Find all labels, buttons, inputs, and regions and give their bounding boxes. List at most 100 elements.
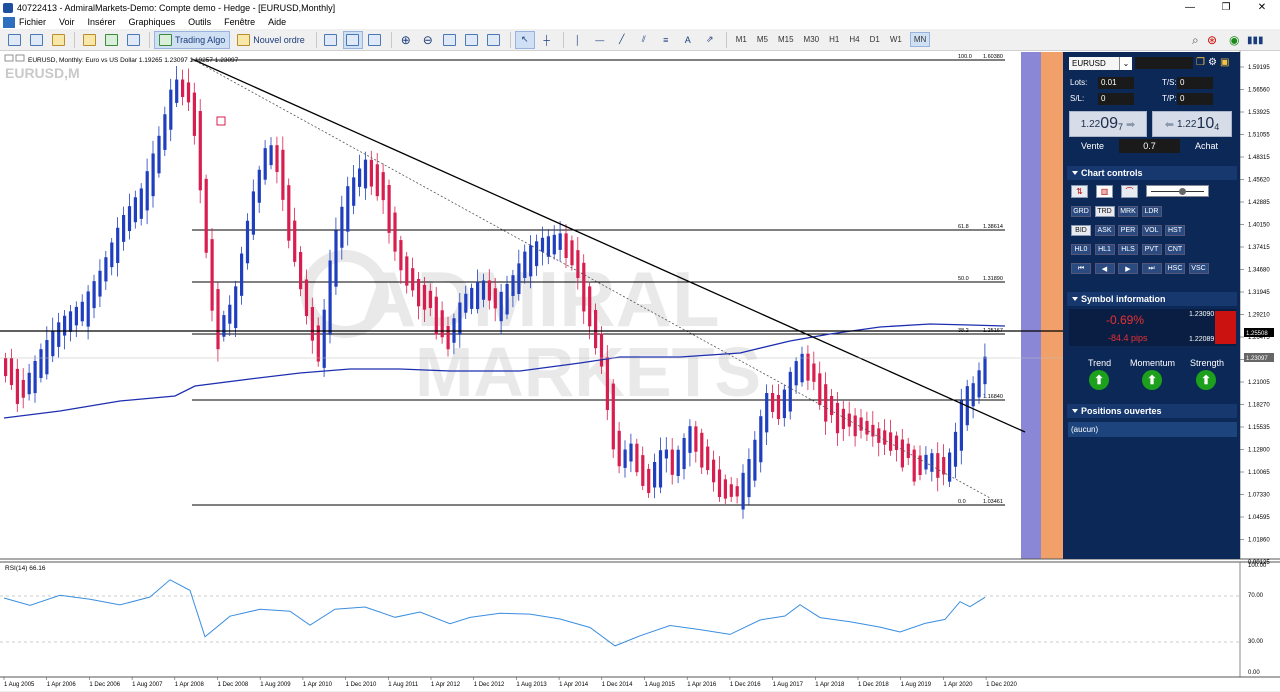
tf-m30[interactable]: M30 [804,35,820,44]
chart-control-ask[interactable]: ASK [1094,225,1115,236]
tf-mn[interactable]: MN [909,32,931,47]
chart-control-trd[interactable]: TRD [1094,206,1115,217]
menu-voir[interactable]: Voir [59,17,75,27]
symbol-info-header[interactable]: Symbol information [1067,292,1237,306]
chart-control-per[interactable]: PER [1118,225,1138,236]
candle-body [375,164,379,197]
chart-control-nav-3[interactable]: ⏭ [1141,263,1162,274]
market-watch-button[interactable] [48,31,68,49]
trendline-tool[interactable]: ╱ [612,31,632,49]
chart-control-hsc[interactable]: HSC [1165,263,1185,274]
search-icon[interactable]: ⌕ [1192,33,1199,48]
candle-body [765,393,769,433]
chart-control-vsc[interactable]: VSC [1188,263,1209,274]
line-chart-button[interactable] [365,31,385,49]
candlestick-button[interactable] [342,30,363,49]
tf-w1[interactable]: W1 [890,35,902,44]
candle-body [741,472,745,510]
auto-scroll-button[interactable] [462,31,482,49]
chart-control-hl0[interactable]: HL0 [1071,244,1091,255]
zoom-slider-knob[interactable] [1178,188,1186,195]
crosshair-tool[interactable]: ┼ [537,31,557,49]
chart-controls-header[interactable]: Chart controls [1067,166,1237,180]
tf-h1[interactable]: H1 [829,35,839,44]
rsi-tick: 70.00 [1248,593,1264,599]
fibo-tool[interactable]: ≡ [656,31,676,49]
candle-body [145,171,149,211]
arrows-tool[interactable]: ⇗ [700,31,720,49]
chart-control-nav-1[interactable]: ◀ [1094,263,1115,274]
new-chart-button[interactable] [4,31,24,49]
signal-icon[interactable]: ◉ [1229,33,1239,47]
candle-body [4,358,8,377]
tf-d1[interactable]: D1 [870,35,880,44]
zoom-out-button[interactable]: ⊖ [418,31,438,49]
vertical-line-tool[interactable]: │ [568,31,588,49]
menu-outils[interactable]: Outils [188,17,211,27]
candle-body [535,241,539,267]
buy-button[interactable]: ⬅ 1.22 10 4 [1152,111,1232,137]
zoom-slider[interactable] [1146,185,1209,197]
bars-type-icon[interactable]: ▥ [1096,185,1113,198]
sell-button[interactable]: 1.22 09 7 ➡ [1069,111,1147,137]
chart-control-cnt[interactable]: CNT [1165,244,1185,255]
copy-icon[interactable]: ❐ [1196,57,1205,68]
symbol-extra-field[interactable] [1135,57,1193,69]
chart-control-hl1[interactable]: HL1 [1094,244,1115,255]
chevron-down-icon[interactable]: ⌄ [1119,57,1132,70]
tf-m15[interactable]: M15 [778,35,794,44]
gear-icon[interactable]: ⚙ [1208,57,1217,68]
tf-m1[interactable]: M1 [736,35,747,44]
minimize-button[interactable]: — [1172,0,1208,15]
tile-windows-button[interactable] [440,31,460,49]
window-icon[interactable]: ▣ [1220,57,1229,68]
chart-control-bid[interactable]: BID [1071,225,1091,236]
channel-tool[interactable]: ⫽ [634,31,654,49]
tf-h4[interactable]: H4 [849,35,859,44]
line-type-icon[interactable]: ⌒ [1121,185,1138,198]
strategy-tester-button[interactable] [123,31,143,49]
candlestick-icon [346,33,360,46]
menu-fichier[interactable]: Fichier [19,17,46,27]
chart-control-hst[interactable]: HST [1165,225,1185,236]
ts-input[interactable]: 0 [1177,77,1213,89]
new-order-button[interactable]: Nouvel ordre [232,31,310,49]
candle-body [505,284,509,315]
chart-shift-button[interactable] [484,31,504,49]
chart-control-grd[interactable]: GRD [1071,206,1091,217]
candle-body [694,426,698,452]
maximize-button[interactable]: ❐ [1208,0,1244,15]
chart-control-hls[interactable]: HLS [1118,244,1138,255]
tp-input[interactable]: 0 [1177,93,1213,105]
trading-algo-button[interactable]: Trading Algo [154,30,231,49]
chart-control-nav-0[interactable]: ⏮ [1071,263,1091,274]
chart-control-vol[interactable]: VOL [1141,225,1162,236]
terminal-button[interactable] [101,31,121,49]
zoom-in-button[interactable]: ⊕ [396,31,416,49]
close-button[interactable]: ✕ [1244,0,1280,15]
bar-chart-button[interactable] [321,31,341,49]
candle-body [511,275,515,296]
text-tool[interactable]: A [678,31,698,49]
alert-icon[interactable]: ⊛ [1207,33,1217,47]
menu-aide[interactable]: Aide [268,17,286,27]
candles-type-icon[interactable]: ⇅ [1071,185,1088,198]
profiles-button[interactable] [26,31,46,49]
candle-body [269,145,273,166]
candle-body [517,263,521,294]
cursor-tool[interactable]: ↖ [514,30,535,49]
menu-inserer[interactable]: Insérer [88,17,116,27]
chart-control-nav-2[interactable]: ▶ [1118,263,1138,274]
chart-control-pvt[interactable]: PVT [1141,244,1162,255]
navigator-button[interactable] [79,31,99,49]
horizontal-line-tool[interactable]: — [590,31,610,49]
tf-m5[interactable]: M5 [757,35,768,44]
chart-control-ldr[interactable]: LDR [1141,206,1162,217]
sl-input[interactable]: 0 [1098,93,1134,105]
lots-input[interactable]: 0.01 [1098,77,1134,89]
chart-control-mrk[interactable]: MRK [1118,206,1138,217]
candle-body [133,197,137,223]
menu-fenetre[interactable]: Fenêtre [224,17,255,27]
positions-header[interactable]: Positions ouvertes [1067,404,1237,418]
menu-graphiques[interactable]: Graphiques [129,17,176,27]
